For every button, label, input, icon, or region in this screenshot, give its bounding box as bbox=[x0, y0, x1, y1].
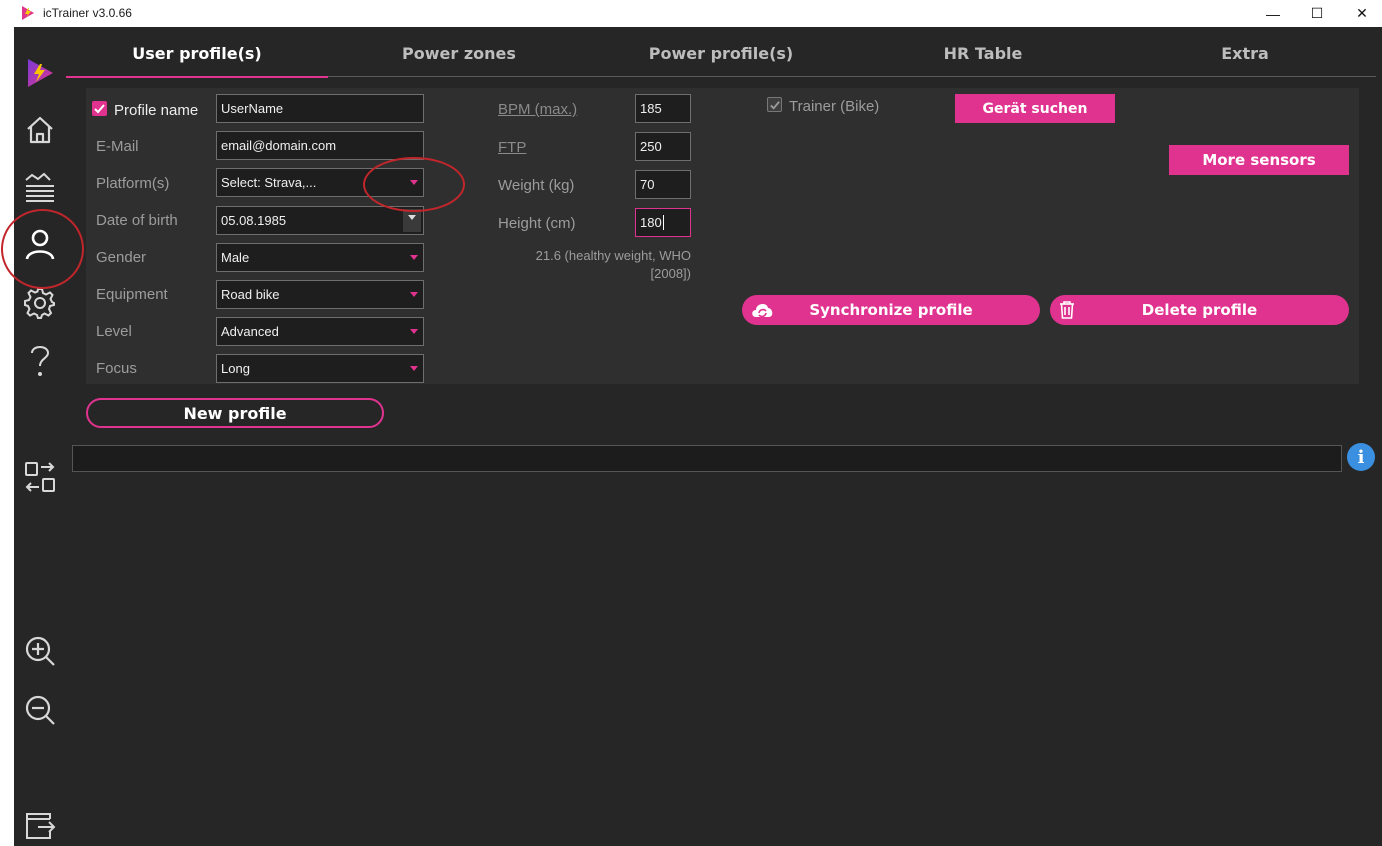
new-profile-button[interactable]: New profile bbox=[86, 398, 384, 428]
zoom-in-icon[interactable] bbox=[22, 633, 58, 669]
level-select[interactable]: Advanced bbox=[216, 317, 424, 346]
focus-label: Focus bbox=[96, 360, 137, 377]
weight-label: Weight (kg) bbox=[498, 177, 575, 194]
tab-extra[interactable]: Extra bbox=[1114, 27, 1376, 79]
help-icon[interactable] bbox=[22, 343, 58, 379]
delete-profile-button[interactable]: Delete profile bbox=[1050, 295, 1349, 325]
settings-gear-icon[interactable] bbox=[22, 285, 58, 321]
more-sensors-button[interactable]: More sensors bbox=[1169, 145, 1349, 175]
app-logo-icon bbox=[22, 6, 34, 20]
window-title: icTrainer v3.0.66 bbox=[43, 6, 132, 20]
maximize-button[interactable]: ☐ bbox=[1294, 0, 1340, 27]
synchronize-profile-button[interactable]: Synchronize profile bbox=[742, 295, 1040, 325]
tab-hr-table[interactable]: HR Table bbox=[852, 27, 1114, 79]
zoom-out-icon[interactable] bbox=[22, 692, 58, 728]
close-button[interactable]: ✕ bbox=[1339, 0, 1382, 27]
height-label: Height (cm) bbox=[498, 215, 576, 232]
profile-name-field[interactable]: UserName bbox=[216, 94, 424, 123]
tab-bar: User profile(s) Power zones Power profil… bbox=[66, 27, 1382, 79]
gender-label: Gender bbox=[96, 249, 147, 266]
bmi-line-2: [2008]) bbox=[650, 266, 691, 281]
checkmark-icon bbox=[94, 104, 105, 114]
platforms-label: Platform(s) bbox=[96, 175, 170, 192]
equipment-label: Equipment bbox=[96, 286, 168, 303]
dob-value: 05.08.1985 bbox=[221, 213, 287, 228]
checkmark-icon bbox=[770, 101, 780, 110]
dob-label: Date of birth bbox=[96, 212, 178, 229]
equipment-select[interactable]: Road bike bbox=[216, 280, 424, 309]
info-icon[interactable]: i bbox=[1347, 443, 1375, 471]
height-value: 180 bbox=[640, 215, 662, 230]
status-bar bbox=[72, 445, 1342, 472]
tab-power-zones[interactable]: Power zones bbox=[328, 27, 590, 79]
bmi-line-1: 21.6 (healthy weight, WHO bbox=[535, 248, 691, 263]
minimize-button[interactable]: — bbox=[1250, 0, 1296, 27]
bpm-field[interactable]: 185 bbox=[635, 94, 691, 123]
tab-user-profiles[interactable]: User profile(s) bbox=[66, 27, 328, 79]
tab-power-profiles[interactable]: Power profile(s) bbox=[590, 27, 852, 79]
title-bar: icTrainer v3.0.66 — ☐ ✕ bbox=[0, 0, 1382, 27]
profile-name-checkbox[interactable] bbox=[92, 101, 107, 116]
delete-profile-label: Delete profile bbox=[1141, 301, 1258, 319]
profile-name-label: Profile name bbox=[114, 102, 199, 119]
app-logo-icon[interactable] bbox=[22, 55, 58, 91]
email-label: E-Mail bbox=[96, 138, 139, 155]
trainer-checkbox[interactable] bbox=[767, 97, 782, 112]
home-icon[interactable] bbox=[22, 112, 58, 148]
focus-select[interactable]: Long bbox=[216, 354, 424, 383]
ftp-label[interactable]: FTP bbox=[498, 139, 526, 156]
device-search-button[interactable]: Gerät suchen bbox=[955, 94, 1115, 123]
ftp-field[interactable]: 250 bbox=[635, 132, 691, 161]
trash-icon bbox=[1060, 301, 1074, 319]
weight-field[interactable]: 70 bbox=[635, 170, 691, 199]
dob-field[interactable]: 05.08.1985 bbox=[216, 206, 424, 235]
level-label: Level bbox=[96, 323, 132, 340]
workouts-list-icon[interactable] bbox=[22, 169, 58, 205]
annotation-circle-platform bbox=[363, 157, 465, 212]
exit-icon[interactable] bbox=[22, 807, 58, 843]
date-picker-button[interactable] bbox=[403, 209, 421, 232]
email-field[interactable]: email@domain.com bbox=[216, 131, 424, 160]
bpm-label[interactable]: BPM (max.) bbox=[498, 101, 577, 118]
synchronize-profile-label: Synchronize profile bbox=[809, 301, 973, 319]
device-switch-icon[interactable] bbox=[22, 459, 58, 495]
text-caret bbox=[662, 215, 664, 230]
tab-active-indicator bbox=[66, 76, 328, 78]
cloud-sync-icon bbox=[752, 304, 773, 318]
annotation-circle-profile bbox=[1, 209, 84, 289]
gender-select[interactable]: Male bbox=[216, 243, 424, 272]
trainer-label: Trainer (Bike) bbox=[789, 98, 880, 115]
sidebar bbox=[14, 27, 66, 846]
tab-divider bbox=[328, 76, 1376, 77]
height-field[interactable]: 180 bbox=[635, 208, 691, 237]
bmi-info: 21.6 (healthy weight, WHO [2008]) bbox=[500, 247, 691, 283]
